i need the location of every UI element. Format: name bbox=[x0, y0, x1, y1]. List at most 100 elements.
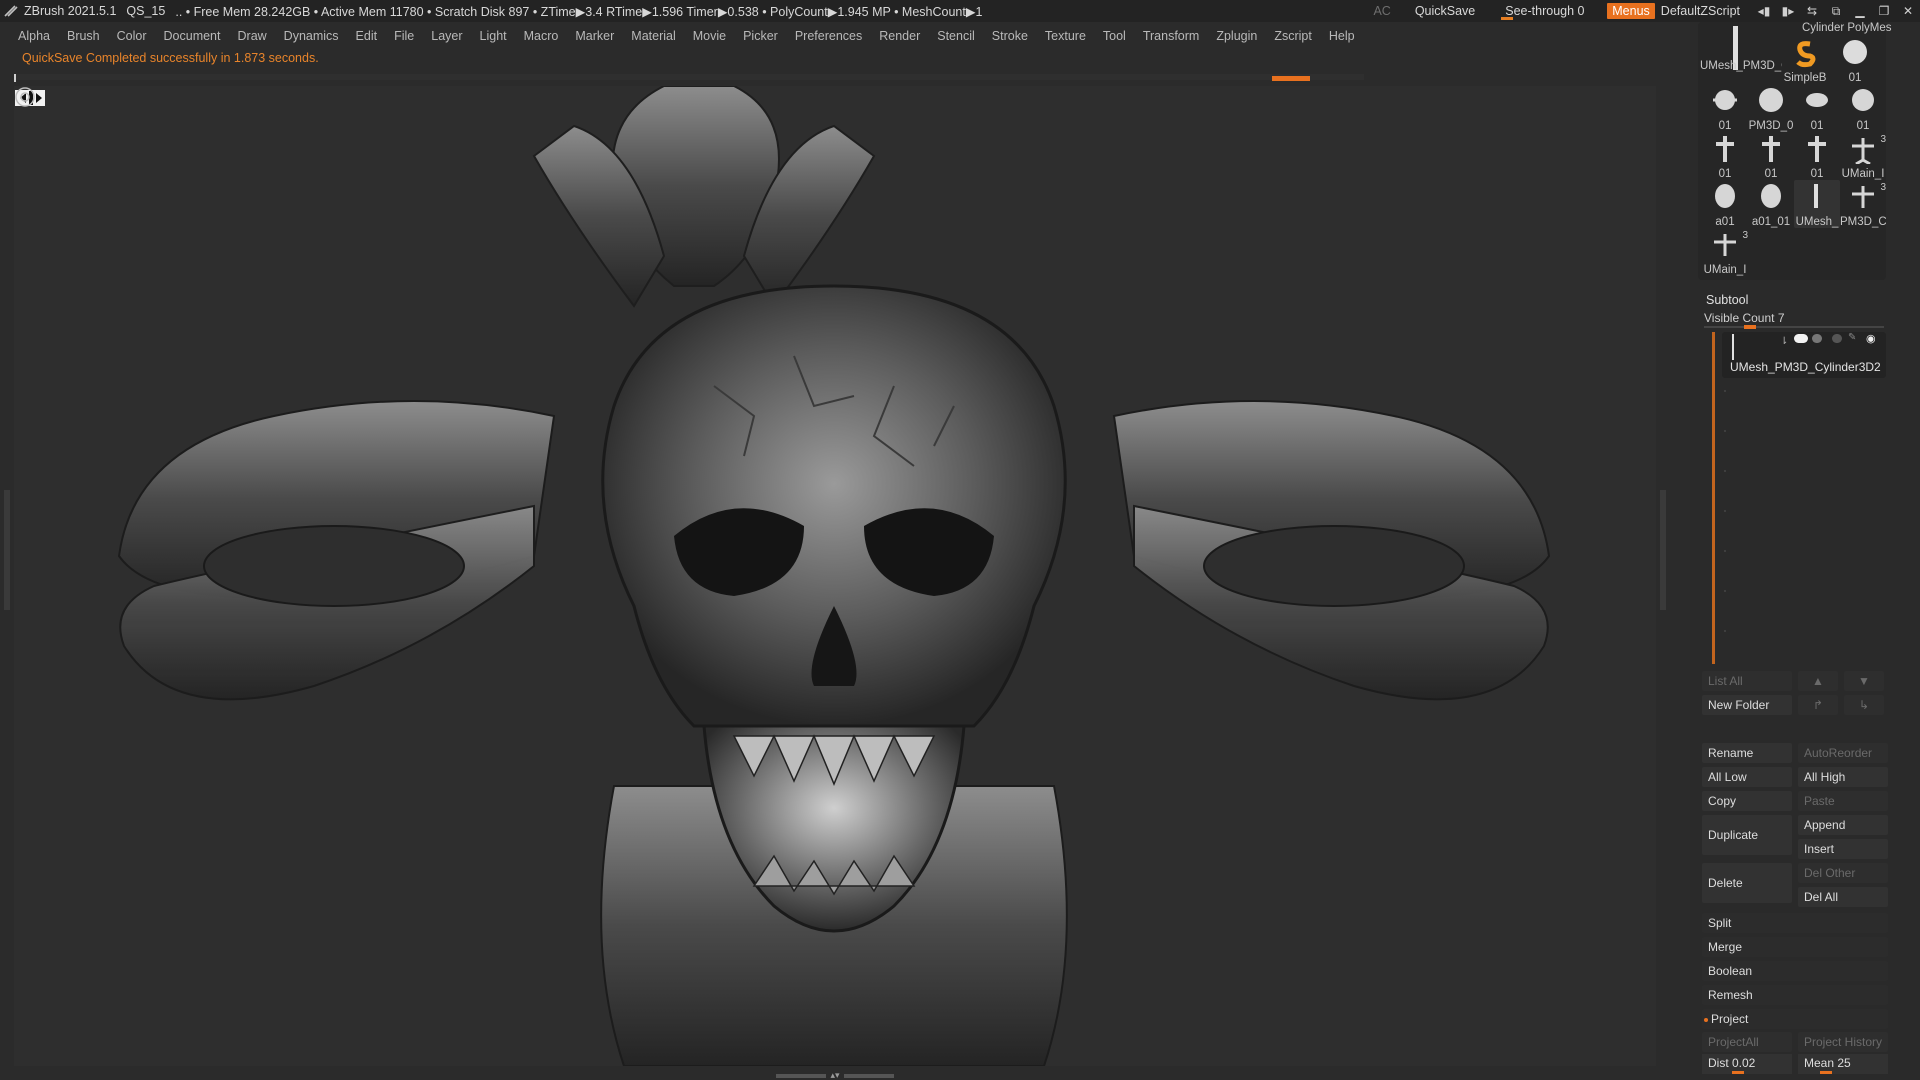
tool-thumb[interactable]: 01 bbox=[1702, 84, 1748, 132]
close-icon[interactable]: ✕ bbox=[1896, 0, 1920, 22]
menu-transform[interactable]: Transform bbox=[1143, 29, 1200, 43]
menu-dynamics[interactable]: Dynamics bbox=[284, 29, 339, 43]
quicksave-button[interactable]: QuickSave bbox=[1415, 4, 1475, 18]
minimize-icon[interactable]: ▁ bbox=[1848, 0, 1872, 22]
menu-zscript[interactable]: Zscript bbox=[1274, 29, 1312, 43]
menu-color[interactable]: Color bbox=[117, 29, 147, 43]
rename-button[interactable]: Rename bbox=[1702, 743, 1792, 763]
menu-layer[interactable]: Layer bbox=[431, 29, 462, 43]
menu-tool[interactable]: Tool bbox=[1103, 29, 1126, 43]
layout-icon[interactable]: ⧉ bbox=[1824, 0, 1848, 22]
pivot-target-icon[interactable] bbox=[14, 86, 36, 108]
menu-zplugin[interactable]: Zplugin bbox=[1216, 29, 1257, 43]
menu-preferences[interactable]: Preferences bbox=[795, 29, 862, 43]
menu-marker[interactable]: Marker bbox=[575, 29, 614, 43]
ac-toggle[interactable]: AC bbox=[1373, 4, 1390, 18]
all-low-button[interactable]: All Low bbox=[1702, 767, 1792, 787]
menu-draw[interactable]: Draw bbox=[238, 29, 267, 43]
menu-macro[interactable]: Macro bbox=[524, 29, 559, 43]
brush-toggle-icon[interactable]: ✎ bbox=[1848, 332, 1856, 343]
menus-toggle[interactable]: Menus bbox=[1607, 3, 1655, 19]
tool-thumb[interactable]: 01 bbox=[1794, 84, 1840, 132]
arrow-down-right-icon[interactable]: ↳ bbox=[1844, 695, 1884, 715]
viewport-canvas[interactable] bbox=[14, 86, 1656, 1066]
new-folder-button[interactable]: New Folder bbox=[1702, 695, 1792, 715]
paste-button[interactable]: Paste bbox=[1798, 791, 1888, 811]
tool-thumb-selected[interactable]: UMesh_ bbox=[1794, 180, 1840, 228]
insert-button[interactable]: Insert bbox=[1798, 839, 1888, 859]
duplicate-button[interactable]: Duplicate bbox=[1702, 815, 1792, 855]
tool-thumb[interactable]: PM3D_C 3 bbox=[1840, 180, 1886, 228]
right-tray-handle[interactable] bbox=[1660, 490, 1666, 610]
menu-stencil[interactable]: Stencil bbox=[937, 29, 975, 43]
menu-alpha[interactable]: Alpha bbox=[18, 29, 50, 43]
dist-knob[interactable] bbox=[1732, 1071, 1744, 1074]
left-tray-handle[interactable] bbox=[4, 490, 10, 610]
menu-render[interactable]: Render bbox=[879, 29, 920, 43]
see-through-knob[interactable] bbox=[1501, 17, 1514, 20]
list-all-button[interactable]: List All bbox=[1702, 671, 1792, 691]
project-history-button[interactable]: Project History bbox=[1798, 1032, 1888, 1052]
subtool-scrollbar[interactable] bbox=[1712, 332, 1715, 664]
material-toggle-icon[interactable] bbox=[1812, 334, 1822, 343]
copy-button[interactable]: Copy bbox=[1702, 791, 1792, 811]
tool-thumb[interactable]: UMain_I 3 bbox=[1702, 228, 1748, 276]
tool-thumb[interactable]: PM3D_0 bbox=[1748, 84, 1794, 132]
menu-help[interactable]: Help bbox=[1329, 29, 1355, 43]
tool-thumb[interactable]: UMesh_PM3D_C bbox=[1700, 24, 1782, 72]
see-through-slider[interactable]: See-through 0 bbox=[1501, 2, 1593, 20]
default-zscript-button[interactable]: DefaultZScript bbox=[1661, 4, 1740, 18]
menu-brush[interactable]: Brush bbox=[67, 29, 100, 43]
all-high-button[interactable]: All High bbox=[1798, 767, 1888, 787]
tool-thumb[interactable]: 01 bbox=[1794, 132, 1840, 180]
move-up-icon[interactable]: ▲ bbox=[1798, 671, 1838, 691]
tool-thumb[interactable]: 01 bbox=[1748, 132, 1794, 180]
dist-slider[interactable]: Dist 0.02 bbox=[1702, 1054, 1792, 1074]
visible-count-knob[interactable] bbox=[1744, 325, 1756, 329]
subtool-title[interactable]: Subtool bbox=[1706, 293, 1748, 307]
append-button[interactable]: Append bbox=[1798, 815, 1888, 835]
swap-icon[interactable]: ⇆ bbox=[1800, 0, 1824, 22]
eye-icon[interactable]: ◉ bbox=[1866, 332, 1876, 345]
menu-stroke[interactable]: Stroke bbox=[992, 29, 1028, 43]
subtool-list-item[interactable]: ⇂ ✎ ◉ UMesh_PM3D_Cylinder3D2 bbox=[1722, 332, 1886, 378]
bottom-tray-handle[interactable]: ▴▾ bbox=[770, 1070, 900, 1080]
tool-thumb[interactable]: SimpleB bbox=[1782, 36, 1828, 84]
mean-slider[interactable]: Mean 25 bbox=[1798, 1054, 1888, 1074]
merge-menu[interactable]: Merge bbox=[1702, 937, 1888, 957]
menu-movie[interactable]: Movie bbox=[693, 29, 726, 43]
menu-light[interactable]: Light bbox=[480, 29, 507, 43]
tool-thumb[interactable]: 01 bbox=[1702, 132, 1748, 180]
mean-knob[interactable] bbox=[1820, 1071, 1832, 1074]
remesh-menu[interactable]: Remesh bbox=[1702, 985, 1888, 1005]
boolean-menu[interactable]: Boolean bbox=[1702, 961, 1888, 981]
tray-left-icon[interactable]: ◂▮ bbox=[1752, 0, 1776, 22]
visible-count-slider[interactable] bbox=[1704, 325, 1884, 329]
tool-thumb[interactable]: 01 bbox=[1832, 36, 1878, 84]
menu-file[interactable]: File bbox=[394, 29, 414, 43]
move-down-icon[interactable]: ▼ bbox=[1844, 671, 1884, 691]
project-all-button[interactable]: ProjectAll bbox=[1702, 1032, 1792, 1052]
del-all-button[interactable]: Del All bbox=[1798, 887, 1888, 907]
tray-right-icon[interactable]: ▮▸ bbox=[1776, 0, 1800, 22]
project-menu[interactable]: Project bbox=[1702, 1009, 1888, 1029]
menu-picker[interactable]: Picker bbox=[743, 29, 778, 43]
autoreorder-button[interactable]: AutoReorder bbox=[1798, 743, 1888, 763]
split-menu[interactable]: Split bbox=[1702, 913, 1888, 933]
polypaint-toggle-icon[interactable] bbox=[1794, 334, 1808, 343]
dynamics-toggle-icon[interactable] bbox=[1832, 334, 1842, 343]
menu-material[interactable]: Material bbox=[631, 29, 675, 43]
tool-palette-thumbnails: Cylinder PolyMes UMesh_PM3D_C SimpleB 01… bbox=[1698, 22, 1891, 280]
menu-texture[interactable]: Texture bbox=[1045, 29, 1086, 43]
tool-thumb[interactable]: a01_01 bbox=[1748, 180, 1794, 228]
arrow-up-right-icon[interactable]: ↱ bbox=[1798, 695, 1838, 715]
tool-thumb[interactable]: 01 bbox=[1840, 84, 1886, 132]
tool-thumb[interactable]: a01 bbox=[1702, 180, 1748, 228]
del-other-button[interactable]: Del Other bbox=[1798, 863, 1888, 883]
delete-button[interactable]: Delete bbox=[1702, 863, 1792, 903]
menu-edit[interactable]: Edit bbox=[356, 29, 378, 43]
folder-icon[interactable]: ⇂ bbox=[1780, 336, 1788, 347]
tool-thumb[interactable]: UMain_I 3 bbox=[1840, 132, 1886, 180]
menu-document[interactable]: Document bbox=[164, 29, 221, 43]
restore-icon[interactable]: ❐ bbox=[1872, 0, 1896, 22]
